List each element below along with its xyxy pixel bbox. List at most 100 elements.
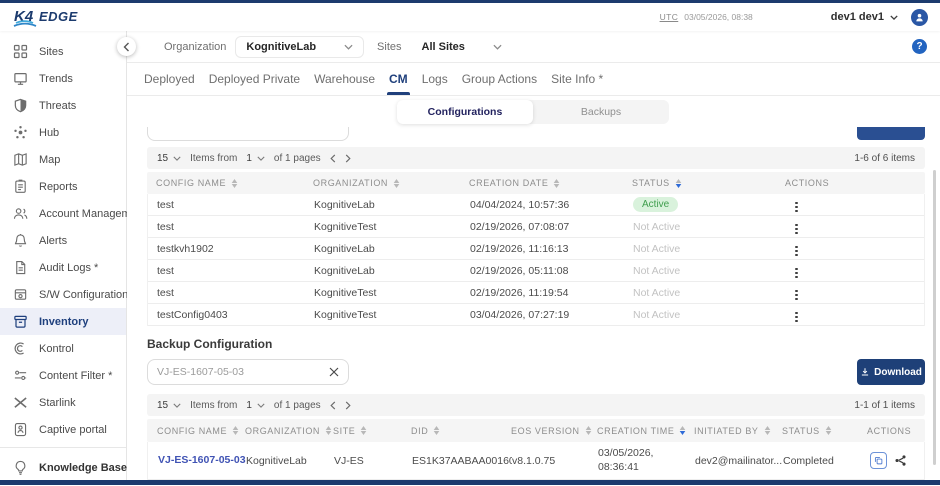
tab-cm[interactable]: CM bbox=[389, 63, 408, 95]
status-text: Not Active bbox=[633, 221, 680, 233]
shield-icon bbox=[13, 98, 28, 113]
sidebar-item-label: Audit Logs * bbox=[39, 262, 98, 274]
clipped-primary-button[interactable] bbox=[857, 127, 925, 140]
sidebar-item-threats[interactable]: Threats bbox=[0, 92, 126, 119]
download-button[interactable]: Download bbox=[857, 359, 925, 385]
sidebar-collapse-button[interactable] bbox=[117, 37, 136, 56]
person-icon bbox=[914, 12, 925, 23]
creation-date-cell: 02/19/2026, 07:08:07 bbox=[470, 221, 633, 233]
column-header-organization[interactable]: ORGANIZATION bbox=[313, 178, 469, 188]
sites-select[interactable]: All Sites bbox=[411, 36, 513, 58]
tab-warehouse[interactable]: Warehouse bbox=[314, 63, 375, 95]
sidebar-item-trends[interactable]: Trends bbox=[0, 65, 126, 92]
page-select[interactable]: 1 bbox=[246, 153, 265, 164]
row-actions-menu-button[interactable] bbox=[789, 266, 804, 281]
config-table-body: testKognitiveLab04/04/2024, 10:57:36Acti… bbox=[147, 194, 925, 326]
config-search-input[interactable] bbox=[147, 127, 349, 141]
sidebar-item-inventory[interactable]: Inventory bbox=[0, 308, 126, 335]
sidebar-item-audit-logs[interactable]: Audit Logs * bbox=[0, 254, 126, 281]
utc-toggle[interactable]: UTC bbox=[660, 12, 679, 22]
bell-icon bbox=[13, 233, 28, 248]
next-page-button[interactable] bbox=[345, 154, 351, 163]
column-header-creation-time[interactable]: CREATION TIME bbox=[597, 426, 694, 436]
clear-search-button[interactable] bbox=[329, 367, 339, 377]
actions-cell bbox=[786, 217, 924, 236]
items-range-label: 1-1 of 1 items bbox=[854, 400, 915, 411]
backup-toolbar: Download bbox=[147, 359, 925, 385]
config-name-link[interactable]: VJ-ES-1607-05-03 bbox=[158, 454, 246, 466]
sort-icon[interactable] bbox=[232, 426, 239, 435]
sidebar-item-kontrol[interactable]: Kontrol bbox=[0, 335, 126, 362]
column-header-status[interactable]: STATUS bbox=[782, 426, 867, 436]
column-header-eos-version[interactable]: EOS VERSION bbox=[511, 426, 597, 436]
column-header-status[interactable]: STATUS bbox=[632, 178, 785, 188]
user-menu[interactable]: dev1 dev1 bbox=[831, 11, 898, 23]
sort-icon[interactable] bbox=[433, 426, 440, 435]
row-actions-menu-button[interactable] bbox=[789, 310, 804, 325]
prev-page-button[interactable] bbox=[330, 401, 336, 410]
column-header-organization[interactable]: ORGANIZATION bbox=[245, 426, 333, 436]
backup-search-input[interactable] bbox=[157, 366, 323, 378]
close-icon bbox=[329, 367, 339, 377]
sidebar-item-map[interactable]: Map bbox=[0, 146, 126, 173]
sort-icon[interactable] bbox=[764, 426, 771, 435]
row-actions-menu-button[interactable] bbox=[789, 200, 804, 215]
tab-site-info[interactable]: Site Info * bbox=[551, 63, 603, 95]
page-size-select[interactable]: 15 bbox=[157, 400, 181, 411]
share-icon[interactable] bbox=[894, 454, 907, 467]
users-icon bbox=[13, 206, 28, 221]
sort-icon[interactable] bbox=[585, 426, 592, 435]
sidebar-item-label: S/W Configuration bbox=[39, 289, 128, 301]
sort-icon[interactable] bbox=[360, 426, 367, 435]
config-name-cell: testkvh1902 bbox=[157, 243, 314, 255]
sidebar-item-knowledge-base[interactable]: Knowledge Base bbox=[0, 454, 126, 481]
organization-cell: KognitiveLab bbox=[314, 199, 470, 211]
sort-icon[interactable] bbox=[679, 426, 686, 435]
row-actions-menu-button[interactable] bbox=[789, 222, 804, 237]
copy-icon[interactable] bbox=[870, 452, 887, 469]
page-size-select[interactable]: 15 bbox=[157, 153, 181, 164]
sort-icon[interactable] bbox=[553, 179, 560, 188]
sidebar-item-alerts[interactable]: Alerts bbox=[0, 227, 126, 254]
sort-icon[interactable] bbox=[675, 179, 682, 188]
user-avatar[interactable] bbox=[911, 9, 928, 26]
help-button[interactable]: ? bbox=[912, 39, 927, 54]
column-header-site[interactable]: SITE bbox=[333, 426, 411, 436]
organization-select[interactable]: KognitiveLab bbox=[235, 36, 364, 58]
column-header-creation-date[interactable]: CREATION DATE bbox=[469, 178, 632, 188]
column-header-config-name[interactable]: CONFIG NAME bbox=[157, 426, 245, 436]
app-header: K4 EDGE UTC 03/05/2026, 08:38 dev1 dev1 bbox=[0, 3, 940, 31]
sidebar-item-captive-portal[interactable]: Captive portal bbox=[0, 416, 126, 443]
sidebar-item-sites[interactable]: Sites bbox=[0, 38, 126, 65]
sidebar-item-account-management[interactable]: Account Management bbox=[0, 200, 126, 227]
sort-icon[interactable] bbox=[825, 426, 832, 435]
tab-deployed-private[interactable]: Deployed Private bbox=[209, 63, 300, 95]
segment-backups[interactable]: Backups bbox=[533, 100, 669, 124]
row-actions-menu-button[interactable] bbox=[789, 244, 804, 259]
column-header-config-name[interactable]: CONFIG NAME bbox=[156, 178, 313, 188]
sort-icon[interactable] bbox=[393, 179, 400, 188]
column-header-did[interactable]: DID bbox=[411, 426, 511, 436]
segment-configurations[interactable]: Configurations bbox=[397, 100, 533, 124]
config-name-cell: test bbox=[157, 265, 314, 277]
sidebar-item-hub[interactable]: Hub bbox=[0, 119, 126, 146]
organization-cell: KognitiveTest bbox=[314, 309, 470, 321]
sidebar-item-content-filter[interactable]: Content Filter * bbox=[0, 362, 126, 389]
prev-page-button[interactable] bbox=[330, 154, 336, 163]
tab-group-actions[interactable]: Group Actions bbox=[462, 63, 537, 95]
tab-deployed[interactable]: Deployed bbox=[144, 63, 195, 95]
row-actions-menu-button[interactable] bbox=[789, 288, 804, 303]
page-select[interactable]: 1 bbox=[246, 400, 265, 411]
of-pages-label: of 1 pages bbox=[274, 153, 321, 164]
sidebar-item-reports[interactable]: Reports bbox=[0, 173, 126, 200]
next-page-button[interactable] bbox=[345, 401, 351, 410]
sidebar-item-starlink[interactable]: Starlink bbox=[0, 389, 126, 416]
sort-icon[interactable] bbox=[325, 426, 332, 435]
organization-cell: KognitiveTest bbox=[314, 287, 470, 299]
vertical-scrollbar[interactable] bbox=[933, 170, 936, 465]
column-header-initiated-by[interactable]: INITIATED BY bbox=[694, 426, 782, 436]
sidebar-item-s-w-configuration[interactable]: S/W Configuration bbox=[0, 281, 126, 308]
sort-icon[interactable] bbox=[231, 179, 238, 188]
creation-date-cell: 02/19/2026, 05:11:08 bbox=[470, 265, 633, 277]
tab-logs[interactable]: Logs bbox=[422, 63, 448, 95]
